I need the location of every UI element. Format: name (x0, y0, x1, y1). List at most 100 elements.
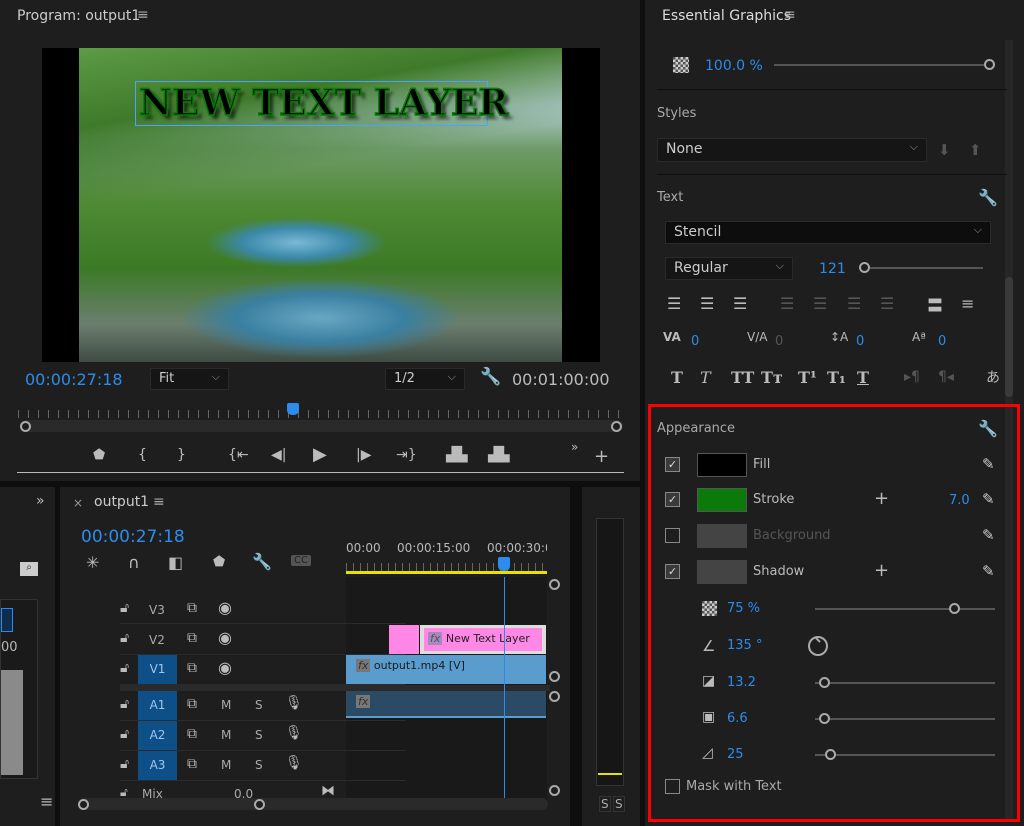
audio-clip[interactable]: fx (346, 691, 546, 718)
vscroll-handle[interactable] (549, 691, 560, 702)
nest-icon[interactable]: ✳ (86, 553, 99, 572)
time-ruler[interactable] (18, 410, 623, 418)
mark-out-icon[interactable]: } (177, 447, 186, 463)
text-layer-bounding-box[interactable]: NEW TEXT LAYER (135, 81, 509, 126)
justify-left-icon[interactable]: ☰ (780, 294, 794, 313)
lock-icon[interactable]: 🔓︎ (120, 756, 129, 772)
stroke-checkbox[interactable]: ✓ (665, 492, 680, 507)
work-area-bar[interactable] (346, 571, 547, 574)
font-size-slider[interactable] (870, 267, 983, 269)
linked-selection-icon[interactable]: ◧ (168, 553, 183, 572)
stroke-width-value[interactable]: 7.0 (949, 493, 970, 508)
tab-output1[interactable]: output1 (94, 494, 149, 510)
sync-lock-icon[interactable]: ⧉ (187, 696, 197, 712)
baseline-value[interactable]: 0 (938, 334, 946, 349)
shadow-blur-value[interactable]: 25 (727, 747, 744, 762)
shadow-checkbox[interactable]: ✓ (665, 564, 680, 579)
vscroll-handle[interactable] (549, 671, 560, 682)
tracking-value[interactable]: 0 (775, 334, 783, 349)
eyedropper-icon[interactable]: ✎ (982, 455, 995, 473)
panel-menu-icon[interactable]: ≡ (153, 494, 165, 510)
playhead-marker[interactable] (287, 403, 299, 415)
stroke-color-swatch[interactable] (697, 488, 747, 512)
panel-menu-icon[interactable]: ≡ (137, 7, 149, 23)
mark-in-icon[interactable]: { (138, 447, 147, 463)
shadow-opacity-value[interactable]: 75 % (727, 601, 760, 616)
align-middle-icon[interactable]: ≡ (961, 294, 974, 313)
wrench-icon[interactable]: 🔧 (252, 552, 272, 571)
zoom-dropdown[interactable]: Fit ⌵ (150, 368, 229, 390)
snap-magnet-icon[interactable]: ∩ (128, 553, 140, 572)
font-size-value[interactable]: 121 (819, 261, 846, 277)
shadow-angle-value[interactable]: 135 ° (727, 638, 762, 653)
solo-right-button[interactable]: S (613, 796, 625, 812)
microphone-icon[interactable]: 🎙︎ (285, 725, 303, 741)
superscript-icon[interactable]: T¹ (798, 368, 817, 387)
more-icon[interactable]: » (571, 440, 578, 454)
background-color-swatch[interactable] (697, 524, 747, 548)
track-target-a3[interactable]: A3 (138, 751, 177, 780)
go-to-in-icon[interactable]: {⇤ (228, 447, 249, 463)
track-target-a1[interactable]: A1 (138, 691, 177, 720)
playhead-marker[interactable] (498, 557, 510, 571)
rtl-icon[interactable]: ¶◂ (938, 369, 954, 385)
scroll-handle-right[interactable] (611, 421, 622, 432)
microphone-icon[interactable]: 🎙︎ (285, 755, 303, 771)
go-to-out-icon[interactable]: ⇥} (396, 447, 417, 463)
background-checkbox[interactable] (665, 528, 680, 543)
sync-lock-icon[interactable]: ⧉ (187, 630, 197, 646)
shadow-distance-knob[interactable] (819, 677, 830, 688)
eye-icon[interactable]: ◉ (218, 658, 232, 677)
lock-icon[interactable]: 🔓︎ (120, 726, 129, 742)
italic-icon[interactable]: T (700, 368, 711, 387)
zoom-scrollbar[interactable] (20, 420, 623, 432)
mute-button[interactable]: M (221, 698, 231, 712)
ltr-icon[interactable]: ▸¶ (904, 369, 920, 385)
opacity-value[interactable]: 100.0 % (705, 58, 763, 74)
eyedropper-icon[interactable]: ✎ (982, 526, 995, 544)
bold-icon[interactable]: T (671, 368, 683, 387)
lock-icon[interactable]: 🔓︎ (120, 660, 129, 676)
shadow-blur-slider[interactable] (815, 754, 995, 756)
fill-checkbox[interactable]: ✓ (665, 457, 680, 472)
styles-dropdown[interactable]: None ⌵ (657, 138, 927, 162)
add-marker-icon[interactable]: ⬟ (213, 554, 225, 570)
sync-lock-icon[interactable]: ⧉ (187, 726, 197, 742)
shadow-blur-knob[interactable] (825, 749, 836, 760)
time-ruler[interactable] (346, 563, 547, 571)
font-style-dropdown[interactable]: Regular ⌵ (665, 257, 793, 280)
extract-icon[interactable]: ▟▙ (488, 447, 510, 463)
pull-from-style-icon[interactable]: ⬆ (969, 141, 982, 159)
shadow-opacity-knob[interactable] (949, 603, 960, 614)
eyedropper-icon[interactable]: ✎ (982, 490, 995, 508)
add-shadow-icon[interactable]: + (874, 560, 889, 581)
opacity-slider-knob[interactable] (984, 59, 995, 70)
push-to-style-icon[interactable]: ⬇ (938, 141, 951, 159)
add-marker-icon[interactable]: ⬟ (93, 447, 105, 463)
sync-lock-icon[interactable]: ⧉ (187, 660, 197, 676)
kerning-value[interactable]: 0 (691, 334, 699, 349)
shadow-size-knob[interactable] (819, 713, 830, 724)
font-dropdown[interactable]: Stencil ⌵ (665, 221, 991, 244)
justify-center-icon[interactable]: ☰ (813, 294, 827, 313)
align-left-icon[interactable]: ☰ (667, 294, 681, 313)
align-right-icon[interactable]: ☰ (733, 294, 747, 313)
transition-clip[interactable] (389, 625, 419, 654)
shadow-distance-value[interactable]: 13.2 (727, 675, 756, 690)
align-center-icon[interactable]: ☰ (700, 294, 714, 313)
add-button-icon[interactable]: + (594, 446, 609, 467)
wrench-icon[interactable]: 🔧 (978, 419, 998, 438)
close-tab-icon[interactable]: × (73, 496, 83, 510)
go-to-bounds-icon[interactable]: ⧓ (321, 783, 335, 799)
text-layer[interactable]: NEW TEXT LAYER (138, 81, 509, 125)
lift-icon[interactable]: ▟▙ (446, 447, 468, 463)
sync-lock-icon[interactable]: ⧉ (187, 756, 197, 772)
subscript-icon[interactable]: T₁ (827, 368, 846, 387)
mask-with-text-checkbox[interactable] (665, 779, 680, 794)
small-caps-icon[interactable]: Tт (761, 368, 783, 387)
solo-left-button[interactable]: S (599, 796, 611, 812)
solo-button[interactable]: S (255, 698, 263, 712)
lock-icon[interactable]: 🔓︎ (120, 696, 129, 712)
scroll-handle-right[interactable] (254, 799, 265, 810)
shadow-color-swatch[interactable] (697, 560, 747, 584)
